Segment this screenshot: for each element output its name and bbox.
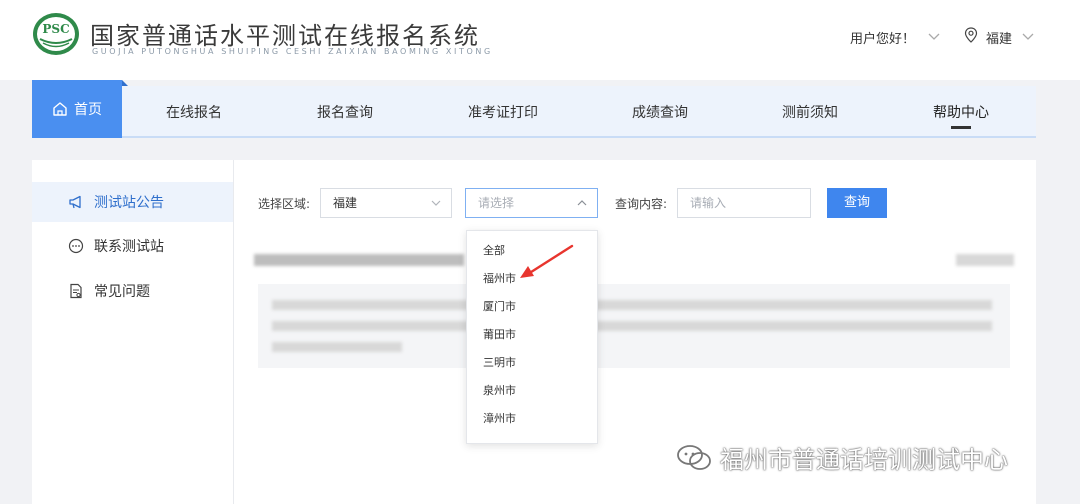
nav-item-label: 首页: [74, 102, 102, 118]
nav-item-online-signup[interactable]: 在线报名: [166, 102, 222, 122]
blurred-text-line: [272, 342, 402, 352]
nav-item-signup-query[interactable]: 报名查询: [317, 102, 373, 122]
search-button[interactable]: 查询: [827, 188, 887, 218]
city-select[interactable]: 请选择: [465, 188, 598, 218]
dropdown-option-sanming[interactable]: 三明市: [467, 349, 597, 377]
city-select-placeholder: 请选择: [478, 196, 515, 210]
site-title: 国家普通话水平测试在线报名系统: [90, 22, 480, 50]
location-pin-icon: [964, 27, 978, 43]
chevron-down-icon: [431, 200, 441, 206]
sidebar-item-label: 常见问题: [94, 284, 150, 300]
active-tab-indicator: [951, 126, 971, 129]
chevron-down-icon[interactable]: [928, 33, 940, 41]
sidebar: 测试站公告 联系测试站 常见问题: [32, 160, 234, 504]
region-select-value: 福建: [333, 196, 358, 210]
blurred-text-line: [272, 300, 992, 310]
query-label: 查询内容:: [615, 197, 668, 211]
chevron-up-icon: [577, 200, 587, 206]
query-input[interactable]: 请输入: [677, 188, 811, 218]
blurred-notice-date: [956, 254, 1014, 266]
logo-text: PSC: [42, 22, 69, 36]
dropdown-option-zhangzhou[interactable]: 漳州市: [467, 405, 597, 433]
region-select[interactable]: 福建: [320, 188, 452, 218]
document-icon: [70, 283, 82, 299]
region-selector[interactable]: 福建: [986, 28, 1012, 47]
sidebar-item-label: 测试站公告: [94, 195, 164, 211]
region-label: 选择区域:: [258, 197, 311, 211]
wechat-icon: [677, 444, 711, 470]
nav-item-pretest-notice[interactable]: 测前须知: [782, 102, 838, 122]
dropdown-option-xiamen[interactable]: 厦门市: [467, 293, 597, 321]
notice-summary-box[interactable]: [258, 284, 1010, 368]
watermark-text: 福州市普通话培训测试中心: [720, 446, 1008, 474]
sidebar-item-station-notice[interactable]: 测试站公告: [32, 182, 233, 222]
sidebar-item-label: 联系测试站: [94, 239, 164, 255]
blurred-text-line: [272, 321, 992, 331]
site-subtitle: GUOJIA PUTONGHUA SHUIPING CESHI ZAIXIAN …: [92, 47, 493, 56]
wechat-watermark: 福州市普通话培训测试中心: [676, 440, 1008, 475]
chat-icon: [68, 238, 84, 254]
sidebar-item-contact-station[interactable]: 联系测试站: [32, 226, 233, 266]
main-nav: 首页 在线报名 报名查询 准考证打印 成绩查询 测前须知 帮助中心: [32, 80, 1036, 138]
psc-logo-icon[interactable]: PSC: [32, 12, 80, 56]
chevron-down-icon[interactable]: [1022, 33, 1034, 41]
nav-item-admission-print[interactable]: 准考证打印: [468, 102, 538, 122]
megaphone-icon: [69, 195, 81, 209]
tab-fold-decoration: [122, 80, 128, 86]
header: PSC 国家普通话水平测试在线报名系统 GUOJIA PUTONGHUA SHU…: [0, 0, 1080, 80]
annotation-arrow-icon: [520, 244, 574, 278]
blurred-notice-title[interactable]: [254, 254, 464, 266]
dropdown-option-quanzhou[interactable]: 泉州市: [467, 377, 597, 405]
nav-item-home[interactable]: 首页: [32, 80, 128, 138]
nav-item-help-center[interactable]: 帮助中心: [933, 102, 989, 122]
dropdown-option-putian[interactable]: 莆田市: [467, 321, 597, 349]
sidebar-item-faq[interactable]: 常见问题: [32, 271, 233, 311]
home-icon: [53, 102, 67, 116]
user-greeting[interactable]: 用户您好！: [850, 28, 915, 47]
nav-item-score-query[interactable]: 成绩查询: [632, 102, 688, 122]
